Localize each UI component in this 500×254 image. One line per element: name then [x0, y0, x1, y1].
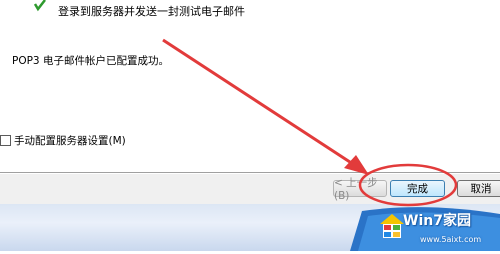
watermark-title: Win7家园 — [403, 213, 471, 229]
check-icon — [33, 0, 46, 12]
back-button[interactable]: < 上一步(B) — [333, 177, 387, 202]
step-text: 登录到服务器并发送一封测试电子邮件 — [58, 5, 245, 18]
watermark: Win7家园 www.5aixt.com — [350, 206, 500, 251]
manual-config-label[interactable]: 手动配置服务器设置(M) — [14, 133, 126, 148]
success-message: POP3 电子邮件帐户已配置成功。 — [12, 55, 169, 67]
wizard-content: 登录到服务器并发送一封测试电子邮件 POP3 电子邮件帐户已配置成功。 手动配置… — [0, 0, 500, 172]
button-bar: < 上一步(B) 完成 取消 — [0, 174, 500, 204]
watermark-url: www.5aixt.com — [420, 235, 482, 244]
manual-config-option[interactable]: 手动配置服务器设置(M) — [0, 133, 126, 147]
cancel-button[interactable]: 取消 — [457, 180, 500, 197]
manual-config-checkbox[interactable] — [0, 134, 11, 146]
finish-button[interactable]: 完成 — [390, 180, 445, 197]
